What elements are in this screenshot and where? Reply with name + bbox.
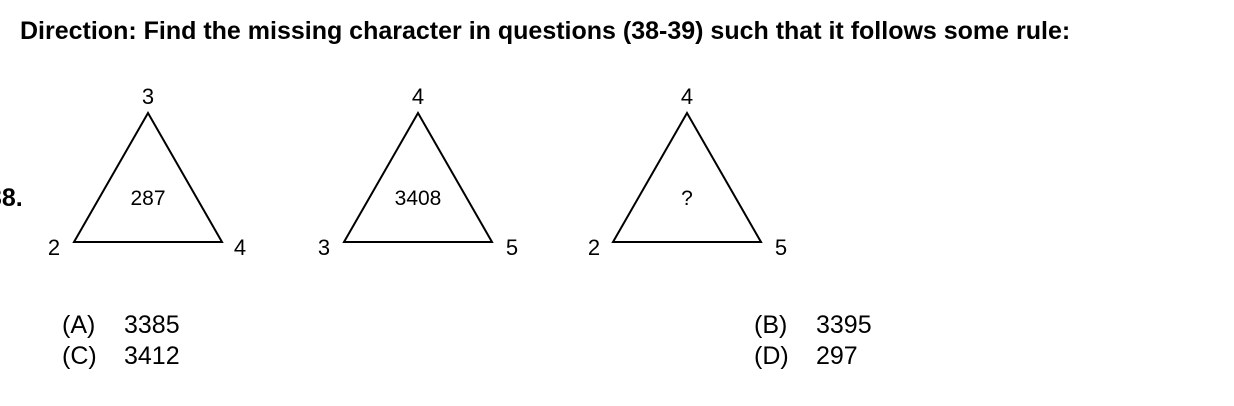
option-c-value: 3412 <box>124 342 180 370</box>
triangle-2-center-number: 3408 <box>395 187 442 210</box>
option-c[interactable]: (C) 3412 <box>62 342 180 371</box>
option-b-letter: (B) <box>754 311 788 339</box>
triangle-2-top-number: 4 <box>412 84 424 109</box>
triangle-1: 3 2 4 287 <box>48 84 246 260</box>
option-c-letter: (C) <box>62 342 97 370</box>
triangle-2: 4 3 5 3408 <box>318 84 518 260</box>
option-d-value: 297 <box>816 342 858 370</box>
option-a-value: 3385 <box>124 311 180 339</box>
triangle-3-center-number: ? <box>681 187 693 210</box>
triangle-1-left-number: 2 <box>48 235 60 260</box>
triangle-2-shape <box>342 110 494 243</box>
triangle-3-shape <box>611 110 763 243</box>
option-d-letter: (D) <box>754 342 789 370</box>
triangle-1-right-number: 4 <box>234 235 246 260</box>
triangle-3-left-number: 2 <box>588 235 600 260</box>
triangle-3-right-number: 5 <box>775 235 787 260</box>
triangle-3-top-number: 4 <box>681 84 693 109</box>
triangle-2-left-number: 3 <box>318 235 330 260</box>
triangle-3: 4 2 5 ? <box>588 84 787 260</box>
option-d[interactable]: (D) 297 <box>754 342 858 371</box>
triangle-1-top-number: 3 <box>142 84 154 109</box>
option-b-value: 3395 <box>816 311 872 339</box>
triangle-figures: 3 2 4 287 4 3 5 3408 4 2 5 ? <box>48 84 787 260</box>
triangle-1-center-number: 287 <box>130 187 165 210</box>
option-b[interactable]: (B) 3395 <box>754 311 872 340</box>
triangle-1-shape <box>72 110 224 243</box>
option-a[interactable]: (A) 3385 <box>62 311 180 340</box>
triangle-2-right-number: 5 <box>506 235 518 260</box>
option-a-letter: (A) <box>62 311 96 339</box>
